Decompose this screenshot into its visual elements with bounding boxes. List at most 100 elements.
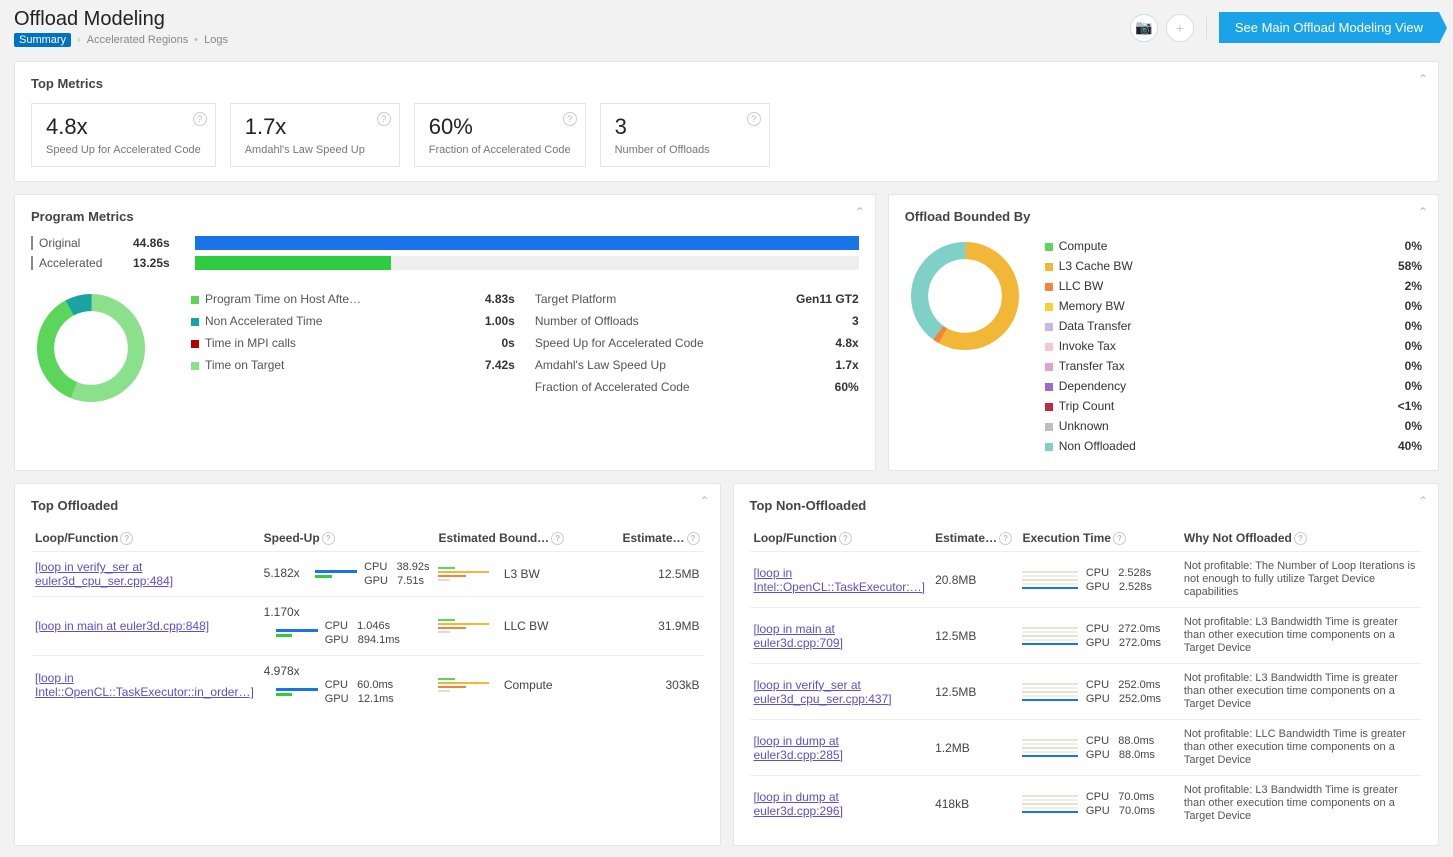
- program-metric-row: Target PlatformGen11 GT2: [535, 288, 859, 310]
- metric-label: Speed Up for Accelerated Code: [46, 144, 201, 156]
- th-estimate: Estimate…: [622, 531, 684, 545]
- loop-link[interactable]: [loop in verify_ser at euler3d_cpu_ser.c…: [35, 560, 173, 588]
- see-main-view-button[interactable]: See Main Offload Modeling View: [1219, 12, 1439, 43]
- chevron-up-icon[interactable]: ⌃: [1418, 72, 1428, 86]
- estimate-value: 31.9MB: [603, 597, 704, 656]
- legend-dot-icon: [1045, 243, 1053, 251]
- chevron-up-icon[interactable]: ⌃: [1418, 205, 1428, 219]
- speedup-value: 1.170x: [264, 605, 300, 619]
- offload-bounded-panel: ⌃ Offload Bounded By Compute 0% L3 Cache…: [888, 194, 1439, 471]
- offload-bounded-row: Non Offloaded 40%: [1045, 436, 1422, 456]
- program-metrics-panel: ⌃ Program Metrics Original 44.86s Accele…: [14, 194, 876, 471]
- metric-value: 60%: [429, 114, 571, 140]
- top-non-offloaded-title: Top Non-Offloaded: [750, 498, 1423, 513]
- speedup-value: 4.978x: [264, 664, 300, 678]
- legend-dot-icon: [191, 296, 199, 304]
- legend-dot-icon: [1045, 303, 1053, 311]
- why-not-offloaded: Not profitable: L3 Bandwidth Time is gre…: [1180, 776, 1422, 832]
- chevron-up-icon[interactable]: ⌃: [699, 494, 709, 508]
- original-value: 44.86s: [133, 236, 183, 250]
- estimate-value: 303kB: [603, 656, 704, 715]
- table-row: [loop in dump at euler3d.cpp:285] 1.2MB …: [750, 720, 1423, 776]
- loop-link[interactable]: [loop in dump at euler3d.cpp:296]: [754, 790, 843, 818]
- table-row: [loop in Intel::OpenCL::TaskExecutor:…] …: [750, 552, 1423, 608]
- header-actions: 📷 + See Main Offload Modeling View: [1130, 12, 1439, 43]
- offload-bounded-row: Invoke Tax 0%: [1045, 336, 1422, 356]
- th-loop-function: Loop/Function: [35, 531, 118, 545]
- help-icon[interactable]: ?: [193, 112, 207, 126]
- offload-bounded-donut: [905, 236, 1025, 456]
- help-icon[interactable]: ?: [747, 112, 761, 126]
- table-row: [loop in verify_ser at euler3d_cpu_ser.c…: [31, 552, 704, 597]
- th-why: Why Not Offloaded: [1184, 531, 1292, 545]
- help-icon[interactable]: ?: [563, 112, 577, 126]
- help-icon[interactable]: ?: [687, 532, 700, 545]
- legend-dot-icon: [1045, 403, 1053, 411]
- sparkline-icon: [438, 676, 494, 694]
- help-icon[interactable]: ?: [377, 112, 391, 126]
- metric-label: Amdahl's Law Speed Up: [245, 144, 385, 156]
- offload-bounded-row: Data Transfer 0%: [1045, 316, 1422, 336]
- bound-value: Compute: [504, 678, 553, 692]
- loop-link[interactable]: [loop in main at euler3d.cpp:709]: [754, 622, 843, 650]
- accelerated-time-row: Accelerated 13.25s: [31, 256, 859, 270]
- loop-link[interactable]: [loop in Intel::OpenCL::TaskExecutor::in…: [35, 671, 254, 699]
- metric-card-0: ? 4.8x Speed Up for Accelerated Code: [31, 103, 216, 167]
- bound-value: L3 BW: [504, 567, 540, 581]
- offload-bounded-row: Dependency 0%: [1045, 376, 1422, 396]
- add-button[interactable]: +: [1166, 14, 1194, 42]
- sparkline-icon: [1022, 625, 1078, 647]
- loop-link[interactable]: [loop in dump at euler3d.cpp:285]: [754, 734, 843, 762]
- program-metric-row: Non Accelerated Time 1.00s: [191, 310, 515, 332]
- offload-bounded-row: Compute 0%: [1045, 236, 1422, 256]
- help-icon[interactable]: ?: [999, 532, 1012, 545]
- sparkline-icon: [438, 617, 494, 635]
- program-metric-row: Program Time on Host Afte… 4.83s: [191, 288, 515, 310]
- top-metrics-title: Top Metrics: [31, 76, 1422, 91]
- top-metrics-panel: ⌃ Top Metrics ? 4.8x Speed Up for Accele…: [14, 61, 1439, 182]
- why-not-offloaded: Not profitable: L3 Bandwidth Time is gre…: [1180, 664, 1422, 720]
- legend-dot-icon: [191, 340, 199, 348]
- help-icon[interactable]: ?: [1294, 532, 1307, 545]
- metric-card-2: ? 60% Fraction of Accelerated Code: [414, 103, 586, 167]
- help-icon[interactable]: ?: [322, 532, 335, 545]
- help-icon[interactable]: ?: [839, 532, 852, 545]
- program-metric-row: Time in MPI calls 0s: [191, 332, 515, 354]
- estimate-value: 12.5MB: [603, 552, 704, 597]
- page-title: Offload Modeling: [14, 8, 228, 31]
- top-offloaded-title: Top Offloaded: [31, 498, 704, 513]
- legend-dot-icon: [1045, 263, 1053, 271]
- top-offloaded-panel: ⌃ Top Offloaded Loop/Function? Speed-Up?…: [14, 483, 721, 846]
- th-bounded: Estimated Bound…: [438, 531, 549, 545]
- program-metric-row: Speed Up for Accelerated Code4.8x: [535, 332, 859, 354]
- help-icon[interactable]: ?: [551, 532, 564, 545]
- time-breakdown-donut: [31, 288, 171, 408]
- breadcrumb-accelerated-regions[interactable]: Accelerated Regions: [87, 34, 189, 46]
- original-bar: [195, 236, 859, 250]
- offload-bounded-row: Transfer Tax 0%: [1045, 356, 1422, 376]
- breadcrumb: Summary › Accelerated Regions • Logs: [14, 33, 228, 47]
- loop-link[interactable]: [loop in Intel::OpenCL::TaskExecutor:…]: [754, 566, 925, 594]
- help-icon[interactable]: ?: [1113, 532, 1126, 545]
- loop-link[interactable]: [loop in main at euler3d.cpp:848]: [35, 619, 209, 633]
- breadcrumb-logs[interactable]: Logs: [204, 34, 228, 46]
- help-icon[interactable]: ?: [120, 532, 133, 545]
- snapshot-button[interactable]: 📷: [1130, 14, 1158, 42]
- estimate-value: 418kB: [931, 776, 1018, 832]
- why-not-offloaded: Not profitable: L3 Bandwidth Time is gre…: [1180, 608, 1422, 664]
- why-not-offloaded: Not profitable: The Number of Loop Itera…: [1180, 552, 1422, 608]
- breadcrumb-summary[interactable]: Summary: [14, 33, 71, 47]
- top-non-offloaded-panel: ⌃ Top Non-Offloaded Loop/Function? Estim…: [733, 483, 1440, 846]
- table-row: [loop in Intel::OpenCL::TaskExecutor::in…: [31, 656, 704, 715]
- program-metric-row: Amdahl's Law Speed Up1.7x: [535, 354, 859, 376]
- loop-link[interactable]: [loop in verify_ser at euler3d_cpu_ser.c…: [754, 678, 892, 706]
- sparkline-icon: [1022, 569, 1078, 591]
- accelerated-bar: [195, 256, 859, 270]
- legend-dot-icon: [1045, 363, 1053, 371]
- program-metrics-title: Program Metrics: [31, 209, 859, 224]
- sparkline-icon: [1022, 681, 1078, 703]
- chevron-up-icon[interactable]: ⌃: [855, 205, 865, 219]
- chevron-up-icon[interactable]: ⌃: [1418, 494, 1428, 508]
- th-exec-time: Execution Time: [1022, 531, 1110, 545]
- metric-value: 4.8x: [46, 114, 201, 140]
